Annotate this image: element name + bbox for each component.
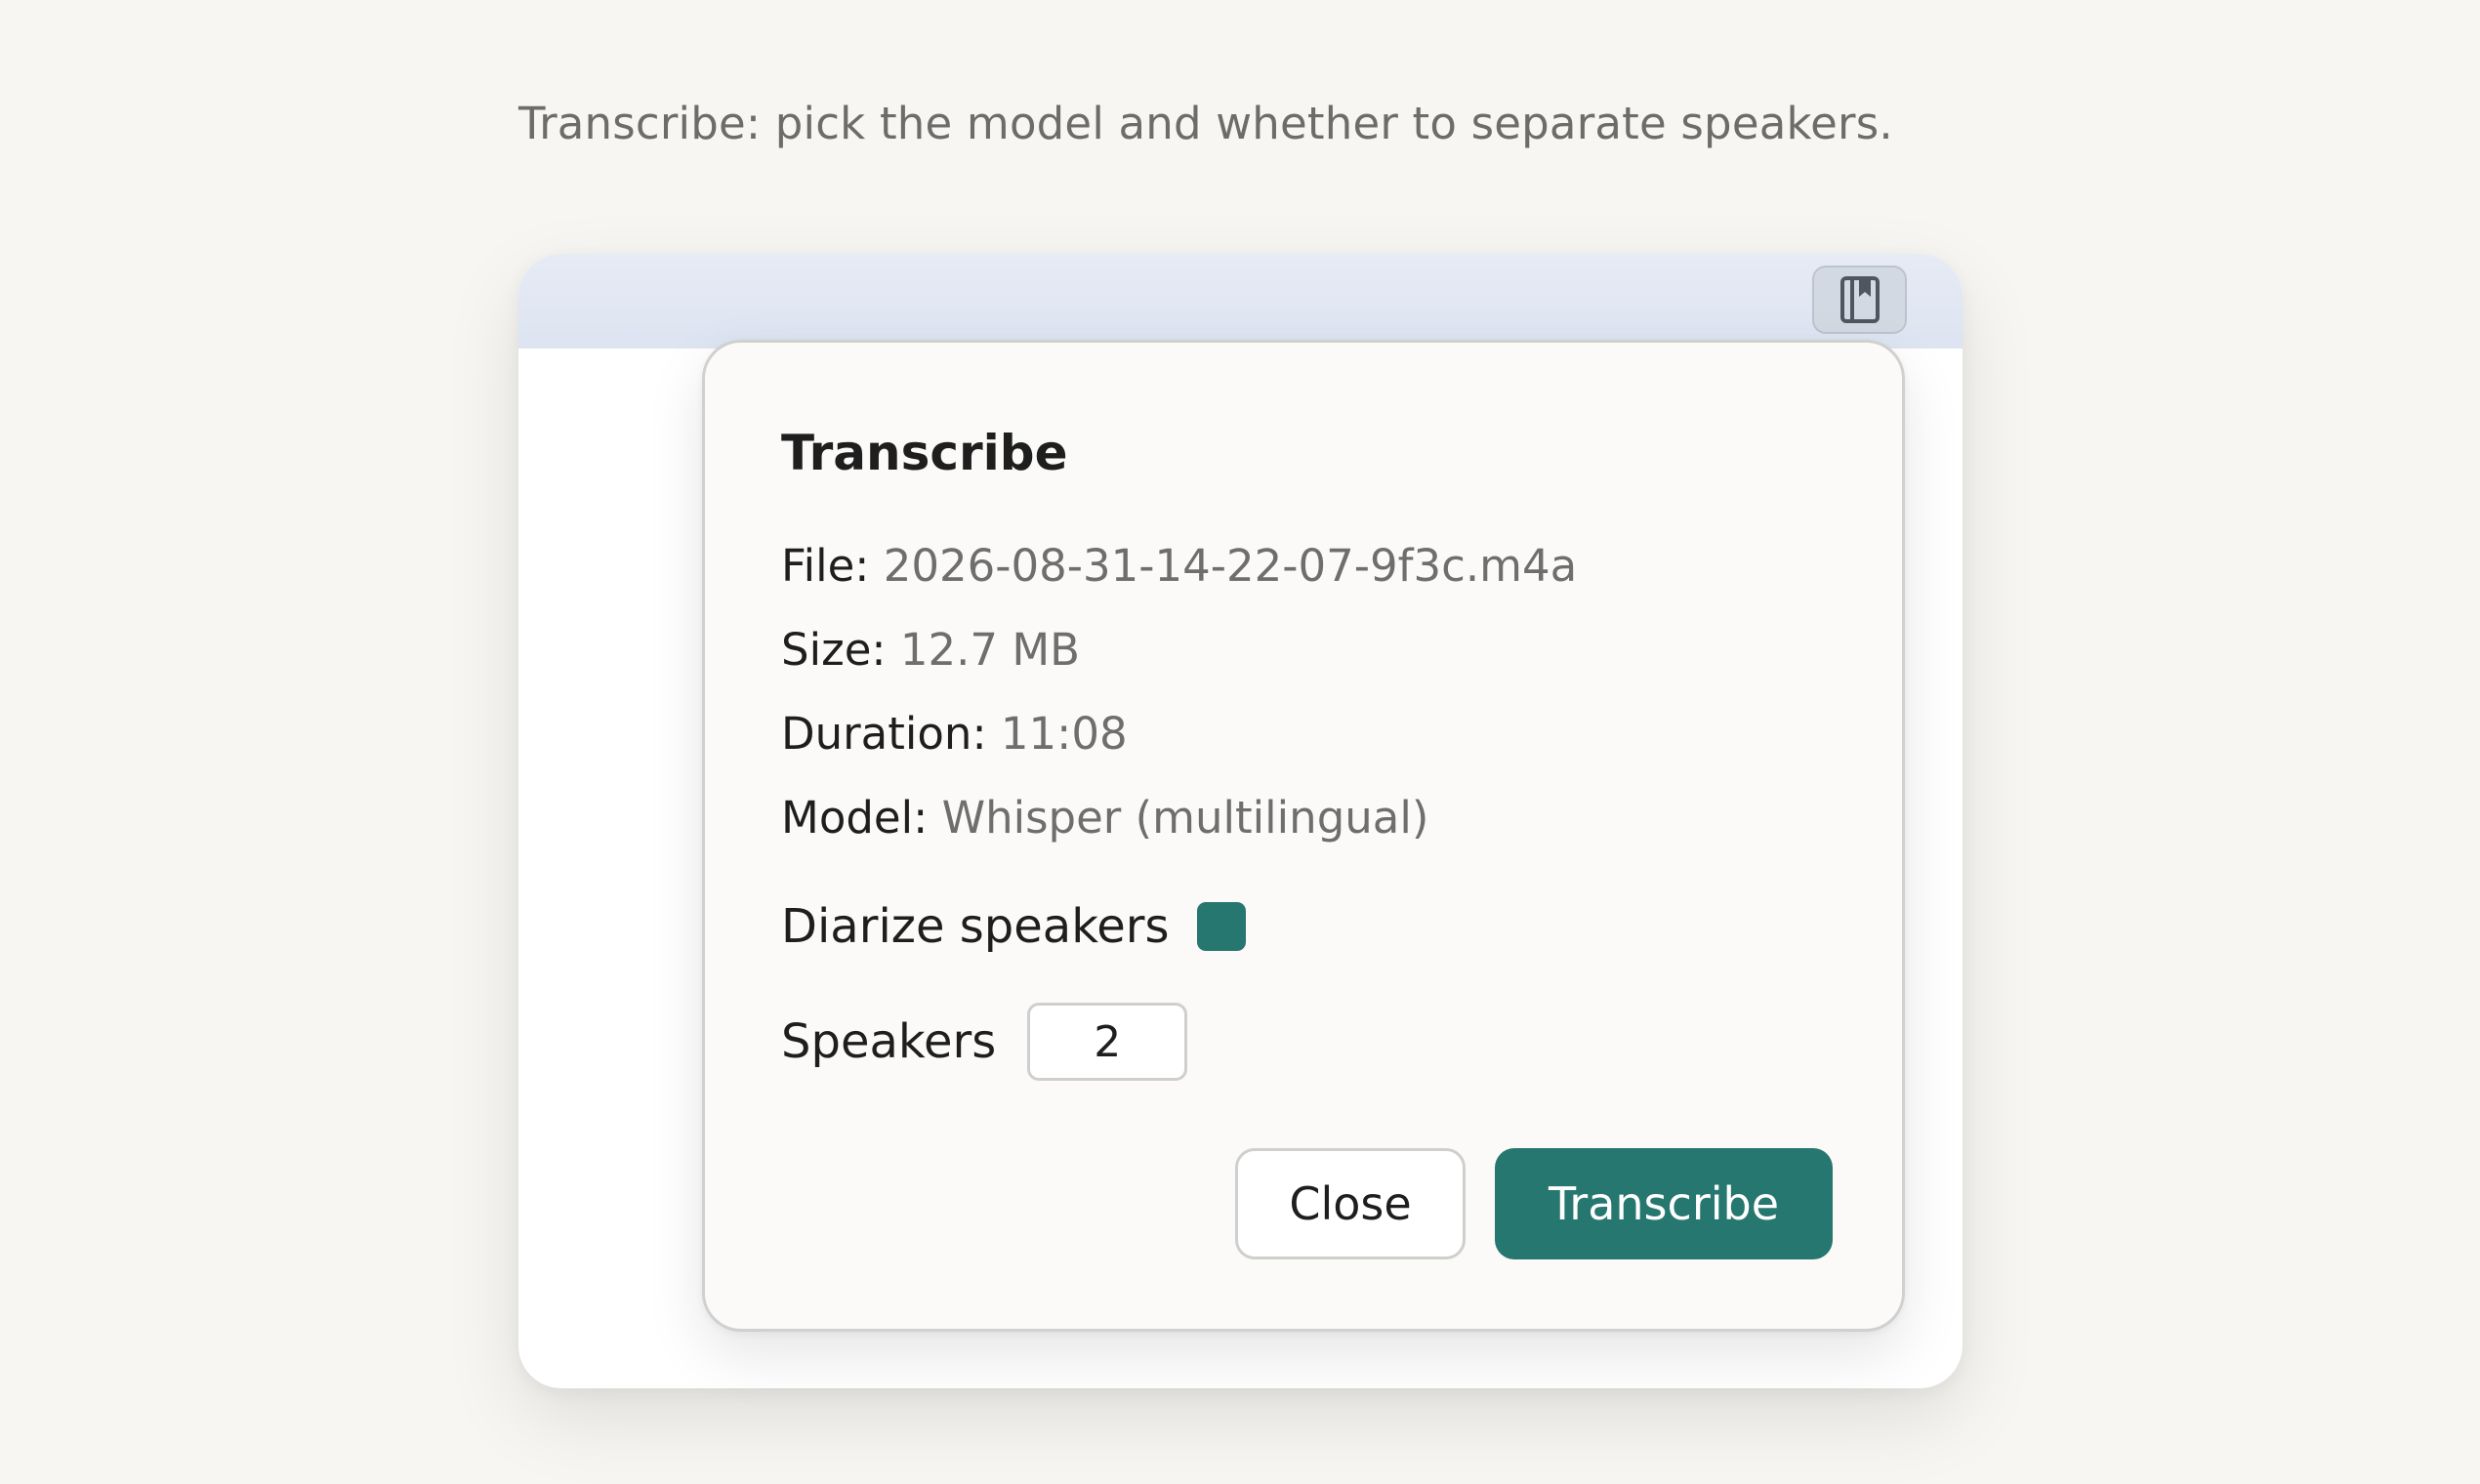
diarize-label: Diarize speakers (781, 899, 1170, 954)
duration-label: Duration: (781, 708, 987, 760)
transcribe-dialog: Transcribe File: 2026-08-31-14-22-07-9f3… (702, 340, 1905, 1332)
model-value: Whisper (multilingual) (941, 792, 1429, 844)
duration-info-row: Duration: 11:08 (781, 708, 1128, 760)
size-label: Size: (781, 624, 887, 676)
duration-value: 11:08 (1000, 708, 1128, 760)
file-label: File: (781, 540, 870, 592)
transcribe-button[interactable]: Transcribe (1495, 1148, 1833, 1259)
diarize-row: Diarize speakers (781, 899, 1246, 954)
model-label: Model: (781, 792, 929, 844)
size-info-row: Size: 12.7 MB (781, 624, 1080, 676)
window-titlebar (518, 254, 1963, 349)
file-info-row: File: 2026-08-31-14-22-07-9f3c.m4a (781, 540, 1577, 592)
bookmark-book-icon (1839, 276, 1880, 323)
size-value: 12.7 MB (899, 624, 1081, 676)
bookmark-button[interactable] (1812, 266, 1907, 334)
dialog-title: Transcribe (781, 425, 1068, 481)
speakers-label: Speakers (781, 1014, 997, 1069)
model-info-row: Model: Whisper (multilingual) (781, 792, 1428, 844)
instruction-text: Transcribe: pick the model and whether t… (518, 98, 1893, 149)
diarize-checkbox[interactable] (1196, 902, 1246, 951)
close-button[interactable]: Close (1235, 1148, 1466, 1259)
speakers-row: Speakers (781, 1001, 1188, 1083)
file-value: 2026-08-31-14-22-07-9f3c.m4a (883, 540, 1578, 592)
speakers-input[interactable] (1027, 1003, 1188, 1081)
